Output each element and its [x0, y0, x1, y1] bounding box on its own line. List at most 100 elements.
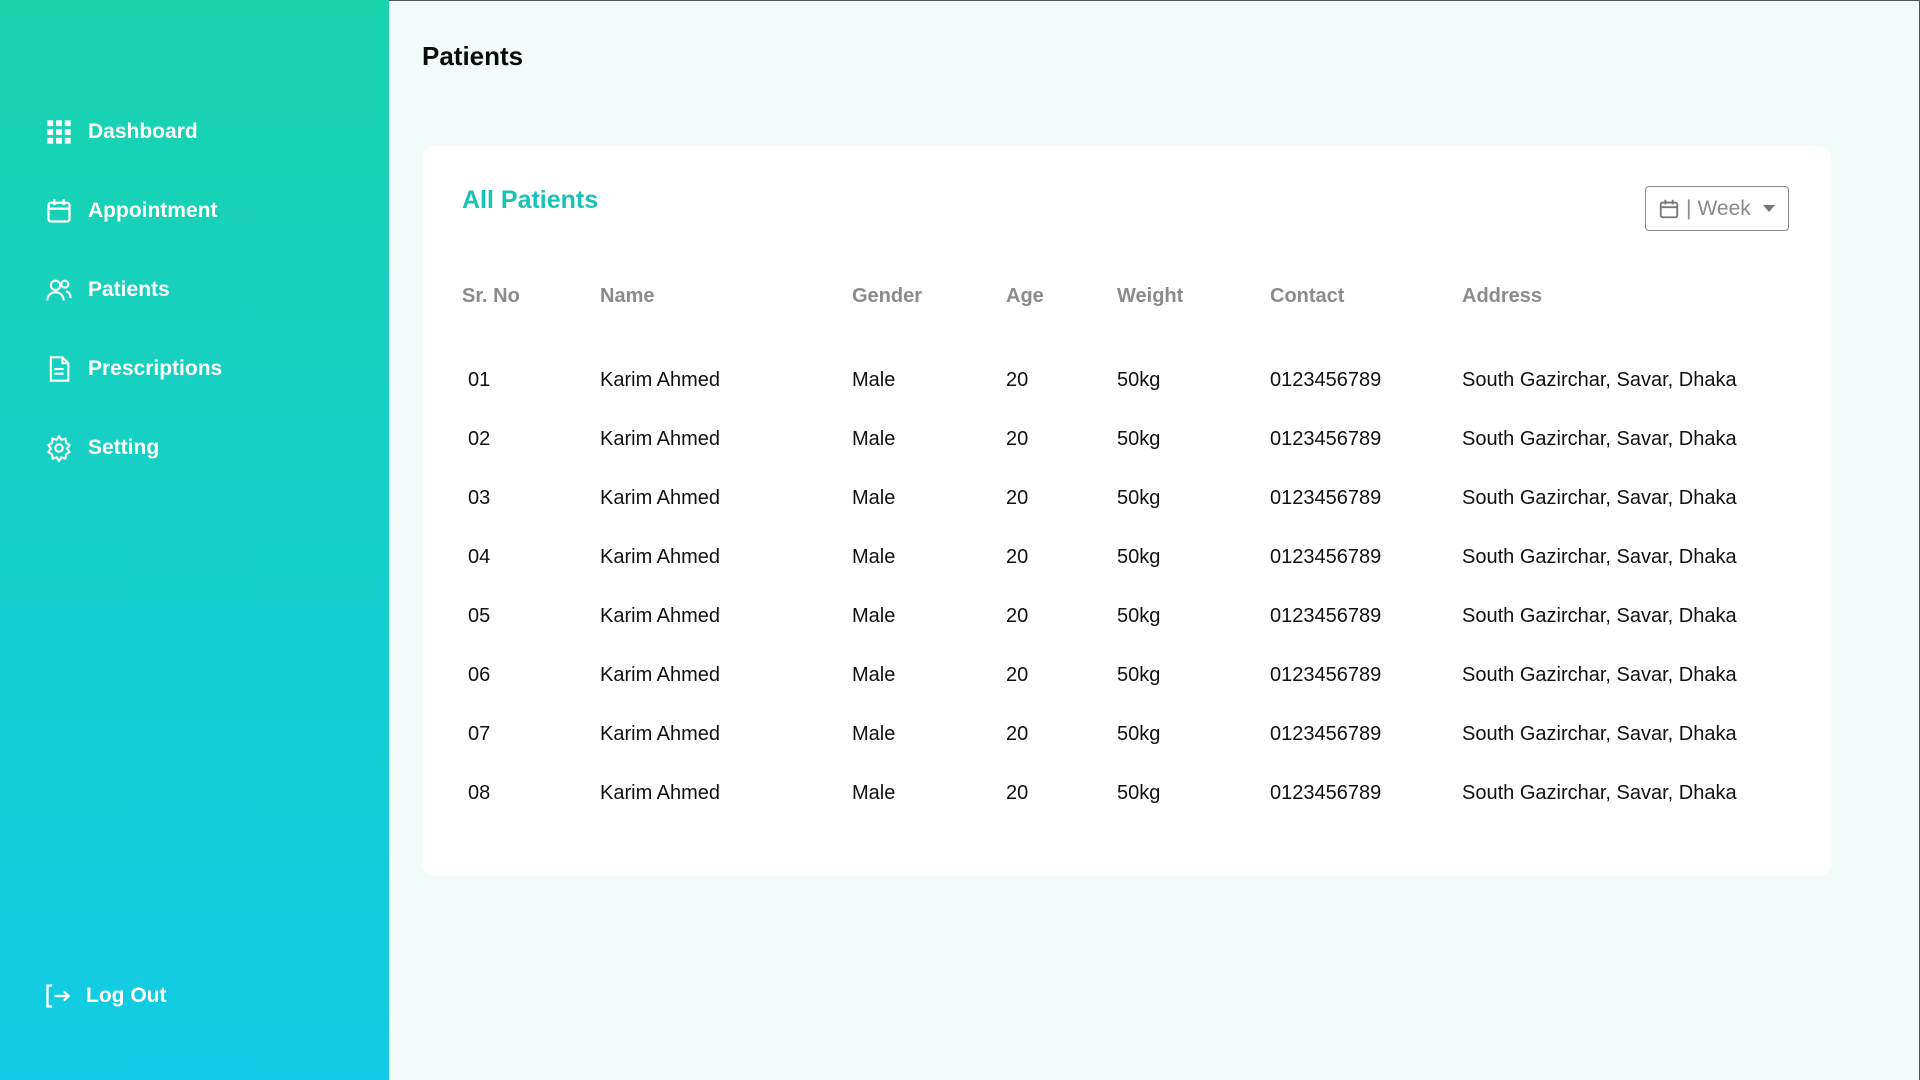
cell-contact: 0123456789	[1270, 369, 1382, 391]
cell-contact: 0123456789	[1270, 723, 1382, 745]
patients-table: Sr. No Name Gender Age Weight Contact Ad…	[462, 281, 1792, 823]
cell-address: South Gazirchar, Savar, Dhaka	[1462, 546, 1737, 568]
cell-weight: 50kg	[1117, 782, 1161, 804]
sidebar-item-appointment[interactable]: Appointment	[44, 191, 222, 231]
cell-weight: 50kg	[1117, 487, 1161, 509]
users-icon	[44, 275, 74, 305]
sidebar-item-setting[interactable]: Setting	[44, 428, 222, 468]
column-header: Sr. No	[462, 284, 520, 307]
sidebar-item-label: Appointment	[88, 199, 218, 222]
cell-sr-no: 05	[468, 605, 491, 627]
cell-gender: Male	[852, 605, 896, 627]
cell-name: Karim Ahmed	[600, 369, 721, 391]
cell-weight: 50kg	[1117, 546, 1161, 568]
cell-address: South Gazirchar, Savar, Dhaka	[1462, 664, 1737, 686]
column-header: Contact	[1270, 284, 1345, 307]
table-row[interactable]: 05 Karim Ahmed Male 20 50kg 0123456789 S…	[462, 587, 1792, 646]
cell-sr-no: 04	[468, 546, 491, 568]
cell-weight: 50kg	[1117, 428, 1161, 450]
sidebar-item-label: Prescriptions	[88, 357, 223, 380]
table-row[interactable]: 02 Karim Ahmed Male 20 50kg 0123456789 S…	[462, 410, 1792, 469]
cell-gender: Male	[852, 487, 896, 509]
cell-name: Karim Ahmed	[600, 664, 721, 686]
gear-icon	[44, 433, 74, 463]
grid-icon	[44, 117, 74, 147]
document-icon	[44, 354, 74, 384]
cell-age: 20	[1006, 428, 1029, 450]
cell-address: South Gazirchar, Savar, Dhaka	[1462, 605, 1737, 627]
cell-age: 20	[1006, 487, 1029, 509]
cell-weight: 50kg	[1117, 369, 1161, 391]
sidebar-item-label: Dashboard	[88, 120, 198, 143]
cell-address: South Gazirchar, Savar, Dhaka	[1462, 782, 1737, 804]
cell-address: South Gazirchar, Savar, Dhaka	[1462, 428, 1737, 450]
column-header: Age	[1006, 284, 1044, 307]
sidebar-item-dashboard[interactable]: Dashboard	[44, 112, 222, 152]
table-row[interactable]: 04 Karim Ahmed Male 20 50kg 0123456789 S…	[462, 528, 1792, 587]
cell-gender: Male	[852, 428, 896, 450]
cell-age: 20	[1006, 782, 1029, 804]
table-header: Sr. No Name Gender Age Weight Contact Ad…	[462, 281, 1792, 311]
cell-weight: 50kg	[1117, 723, 1161, 745]
cell-contact: 0123456789	[1270, 487, 1382, 509]
separator: |	[1686, 196, 1692, 220]
column-header: Weight	[1117, 284, 1184, 307]
cell-sr-no: 03	[468, 487, 491, 509]
calendar-icon	[44, 196, 74, 226]
chevron-down-icon	[1762, 205, 1775, 212]
cell-sr-no: 08	[468, 782, 491, 804]
cell-gender: Male	[852, 369, 896, 391]
cell-name: Karim Ahmed	[600, 487, 721, 509]
cell-address: South Gazirchar, Savar, Dhaka	[1462, 723, 1737, 745]
cell-name: Karim Ahmed	[600, 546, 721, 568]
table-row[interactable]: 08 Karim Ahmed Male 20 50kg 0123456789 S…	[462, 764, 1792, 823]
cell-name: Karim Ahmed	[600, 605, 721, 627]
cell-contact: 0123456789	[1270, 605, 1382, 627]
period-select-value: Week	[1697, 196, 1751, 220]
cell-gender: Male	[852, 723, 896, 745]
cell-age: 20	[1006, 723, 1029, 745]
cell-age: 20	[1006, 369, 1029, 391]
cell-address: South Gazirchar, Savar, Dhaka	[1462, 487, 1737, 509]
sidebar-item-prescriptions[interactable]: Prescriptions	[44, 349, 222, 389]
logout-label: Log Out	[86, 984, 167, 1007]
cell-weight: 50kg	[1117, 605, 1161, 627]
column-header: Name	[600, 284, 655, 307]
calendar-icon	[1658, 198, 1680, 220]
cell-address: South Gazirchar, Savar, Dhaka	[1462, 369, 1737, 391]
cell-age: 20	[1006, 664, 1029, 686]
patients-card: All Patients | Week Sr. No Name Gender A…	[422, 146, 1831, 876]
logout-button[interactable]: Log Out	[44, 982, 166, 1010]
sidebar-item-patients[interactable]: Patients	[44, 270, 222, 310]
column-header: Address	[1462, 284, 1543, 307]
card-title: All Patients	[462, 186, 599, 214]
cell-contact: 0123456789	[1270, 428, 1382, 450]
cell-contact: 0123456789	[1270, 782, 1382, 804]
table-row[interactable]: 03 Karim Ahmed Male 20 50kg 0123456789 S…	[462, 469, 1792, 528]
cell-age: 20	[1006, 605, 1029, 627]
logout-icon	[44, 982, 72, 1010]
main-content: Patients All Patients | Week Sr. No Name…	[389, 0, 1920, 1080]
cell-contact: 0123456789	[1270, 546, 1382, 568]
cell-contact: 0123456789	[1270, 664, 1382, 686]
page-title: Patients	[422, 41, 524, 71]
cell-gender: Male	[852, 782, 896, 804]
sidebar-item-label: Patients	[88, 278, 170, 301]
cell-sr-no: 01	[468, 369, 491, 391]
table-row[interactable]: 01 Karim Ahmed Male 20 50kg 0123456789 S…	[462, 351, 1792, 410]
column-header: Gender	[852, 284, 923, 307]
cell-gender: Male	[852, 546, 896, 568]
cell-name: Karim Ahmed	[600, 428, 721, 450]
cell-name: Karim Ahmed	[600, 782, 721, 804]
sidebar: Dashboard Appointment Patients Prescript…	[0, 0, 389, 1080]
table-row[interactable]: 07 Karim Ahmed Male 20 50kg 0123456789 S…	[462, 705, 1792, 764]
cell-sr-no: 02	[468, 428, 491, 450]
cell-weight: 50kg	[1117, 664, 1161, 686]
period-select[interactable]: | Week	[1645, 186, 1789, 231]
table-row[interactable]: 06 Karim Ahmed Male 20 50kg 0123456789 S…	[462, 646, 1792, 705]
cell-sr-no: 06	[468, 664, 491, 686]
spacer	[462, 311, 1792, 351]
cell-sr-no: 07	[468, 723, 491, 745]
cell-gender: Male	[852, 664, 896, 686]
cell-name: Karim Ahmed	[600, 723, 721, 745]
